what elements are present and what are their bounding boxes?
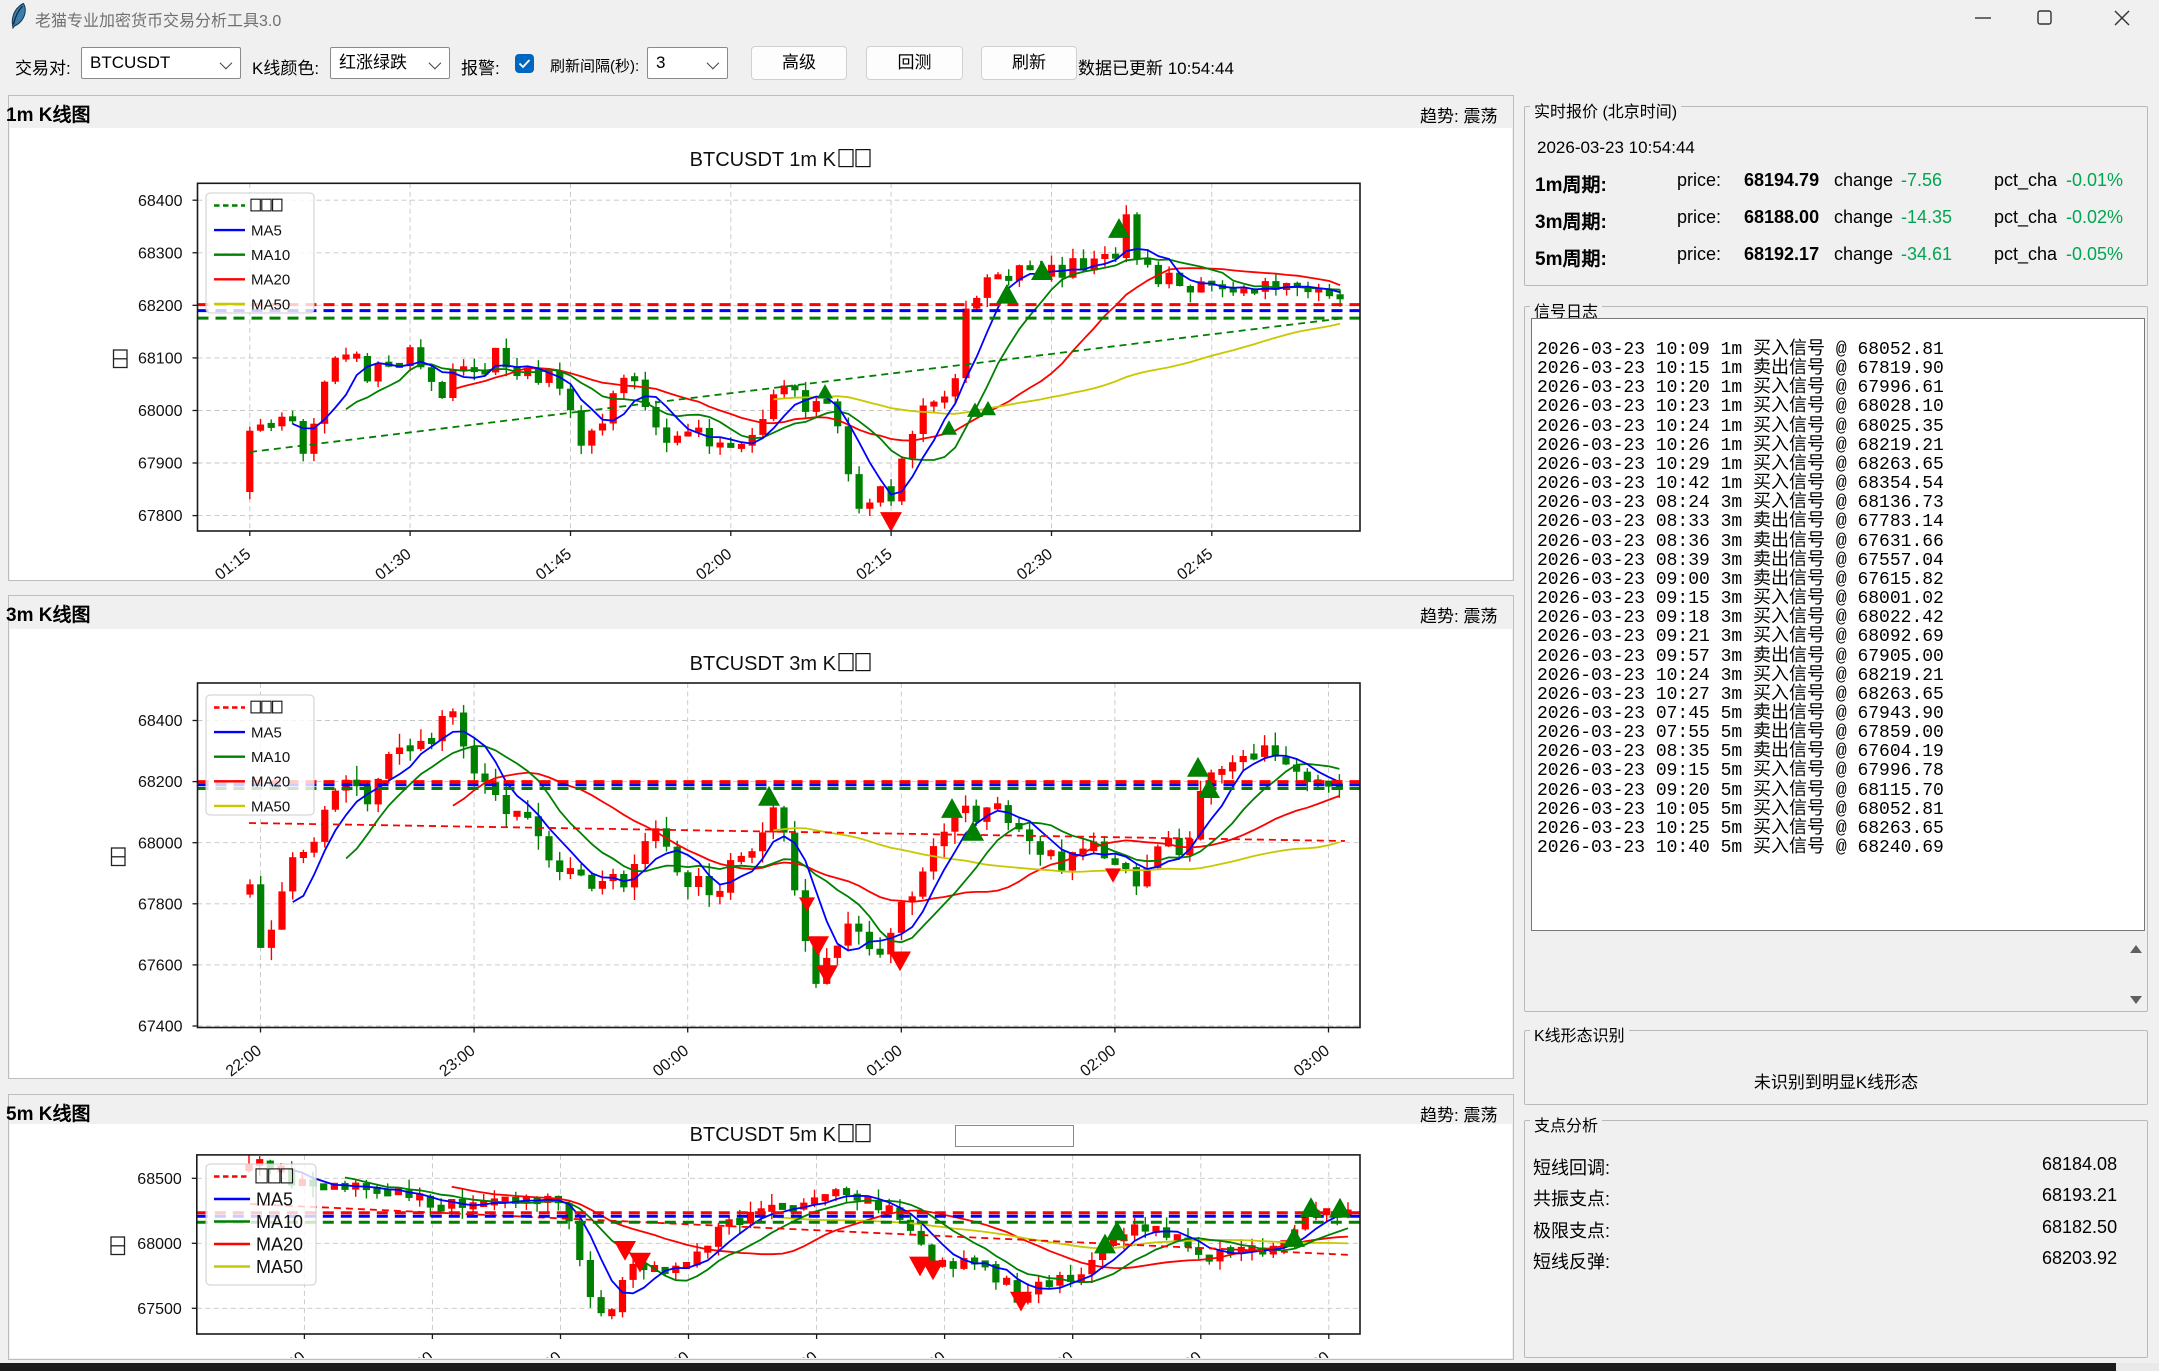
- svg-text:MA50: MA50: [251, 798, 290, 815]
- svg-text:04:00: 04:00: [1035, 1349, 1077, 1358]
- svg-text:05:00: 05:00: [1163, 1349, 1205, 1358]
- svg-text:MA5: MA5: [256, 1190, 293, 1210]
- svg-text:BTCUSDT 3m K: BTCUSDT 3m K: [690, 653, 837, 675]
- svg-text:00:00: 00:00: [650, 1042, 692, 1078]
- svg-text:MA50: MA50: [256, 1257, 303, 1277]
- svg-text:MA10: MA10: [251, 247, 290, 264]
- svg-text:01:00: 01:00: [651, 1349, 693, 1358]
- svg-text:68200: 68200: [138, 298, 183, 315]
- svg-text:02:00: 02:00: [693, 546, 735, 580]
- svg-text:01:45: 01:45: [533, 546, 575, 580]
- svg-text:01:30: 01:30: [373, 546, 415, 580]
- svg-text:68500: 68500: [137, 1171, 182, 1188]
- svg-text:00:00: 00:00: [523, 1349, 565, 1358]
- svg-text:01:00: 01:00: [864, 1042, 906, 1078]
- svg-text:06:00: 06:00: [1291, 1349, 1333, 1358]
- svg-text:02:00: 02:00: [1077, 1042, 1119, 1078]
- svg-text:MA20: MA20: [256, 1235, 303, 1255]
- svg-text:MA20: MA20: [251, 774, 290, 791]
- svg-text:68000: 68000: [138, 835, 183, 852]
- svg-text:68000: 68000: [138, 403, 183, 420]
- svg-text:68000: 68000: [137, 1236, 182, 1253]
- svg-text:67800: 67800: [138, 508, 183, 525]
- svg-text:MA5: MA5: [251, 223, 282, 240]
- svg-text:MA50: MA50: [251, 296, 290, 313]
- svg-text:67400: 67400: [138, 1019, 183, 1036]
- svg-text:68300: 68300: [138, 245, 183, 262]
- svg-text:MA5: MA5: [251, 725, 282, 742]
- svg-text:23:00: 23:00: [437, 1042, 479, 1078]
- svg-text:68200: 68200: [138, 774, 183, 791]
- svg-text:MA20: MA20: [251, 272, 290, 289]
- svg-text:02:30: 02:30: [1014, 546, 1056, 580]
- svg-text:BTCUSDT 5m K: BTCUSDT 5m K: [690, 1124, 837, 1146]
- svg-text:02:15: 02:15: [854, 546, 896, 580]
- svg-text:67500: 67500: [137, 1301, 182, 1318]
- svg-text:67600: 67600: [138, 958, 183, 975]
- svg-text:03:00: 03:00: [907, 1349, 949, 1358]
- svg-text:68400: 68400: [138, 193, 183, 210]
- svg-text:67800: 67800: [138, 896, 183, 913]
- svg-text:01:15: 01:15: [212, 546, 254, 580]
- svg-text:MA10: MA10: [251, 749, 290, 766]
- svg-text:02:00: 02:00: [779, 1349, 821, 1358]
- svg-text:68100: 68100: [138, 351, 183, 368]
- svg-text:68400: 68400: [138, 713, 183, 730]
- svg-text:22:00: 22:00: [267, 1349, 309, 1358]
- svg-text:23:00: 23:00: [395, 1349, 437, 1358]
- svg-text:02:45: 02:45: [1174, 546, 1216, 580]
- svg-text:67900: 67900: [138, 456, 183, 473]
- svg-text:22:00: 22:00: [223, 1042, 265, 1078]
- svg-text:03:00: 03:00: [1291, 1042, 1333, 1078]
- svg-text:BTCUSDT 1m K: BTCUSDT 1m K: [690, 149, 837, 171]
- svg-text:MA10: MA10: [256, 1212, 303, 1232]
